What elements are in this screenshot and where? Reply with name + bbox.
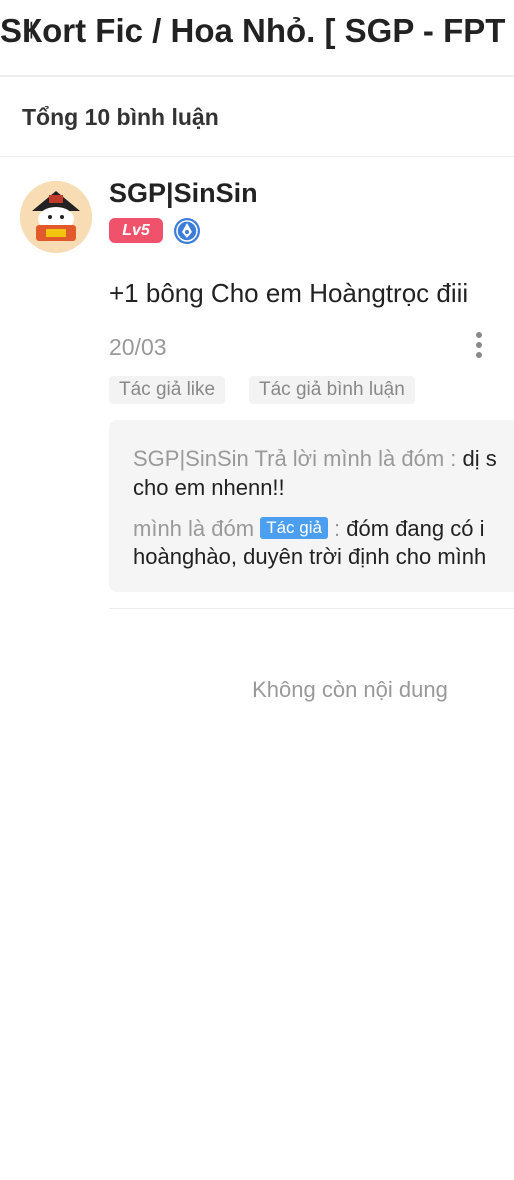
author-commented-tag: Tác giả bình luận	[249, 376, 415, 404]
reply-1-connector: Trả lời	[248, 446, 324, 471]
comment-username[interactable]: SGP|SinSin	[109, 178, 258, 209]
top-bar: SҜort Fic / Hoa Nhỏ. [ SGP - FPT	[0, 0, 514, 77]
reply-2-text: đóm đang có i	[346, 516, 485, 541]
comment-text: +1 bông Cho em Hoàngtrọc điii	[109, 278, 469, 308]
reply-1-separator: :	[444, 446, 463, 471]
reply-1-text-cont: cho em nhenn!!	[133, 475, 285, 500]
replies-box[interactable]: SGP|SinSin Trả lời mình là đóm : dị s ch…	[109, 420, 514, 592]
comments-count-row: Tổng 10 bình luận	[0, 77, 514, 157]
reply-1-author[interactable]: SGP|SinSin	[133, 446, 249, 471]
comments-count: Tổng 10 bình luận	[22, 104, 219, 130]
author-like-tag: Tác giả like	[109, 376, 226, 404]
reply-2-line-1: mình là đóm Tác giả : đóm đang có i	[133, 516, 484, 542]
level-badge: Lv5	[109, 218, 163, 243]
verified-icon	[173, 217, 201, 245]
reply-2-text-cont: hoànghào, duyên trời định cho mình	[133, 544, 487, 569]
avatar[interactable]	[20, 181, 92, 253]
comment-date: 20/03	[109, 334, 167, 360]
reply-2-author[interactable]: mình là đóm	[133, 516, 254, 541]
reply-1-text: dị s	[462, 446, 497, 471]
author-tag: Tác giả	[260, 517, 328, 539]
reply-1-line-1: SGP|SinSin Trả lời mình là đóm : dị s	[133, 446, 497, 472]
reply-1-target[interactable]: mình là đóm	[323, 446, 444, 471]
page-title: SҜort Fic / Hoa Nhỏ. [ SGP - FPT	[0, 12, 506, 49]
reply-2-separator: :	[327, 516, 347, 541]
no-more-content: Không còn nội dung	[252, 677, 448, 702]
divider	[109, 608, 514, 609]
avatar-image	[20, 181, 92, 253]
more-vertical-icon[interactable]	[470, 330, 490, 360]
